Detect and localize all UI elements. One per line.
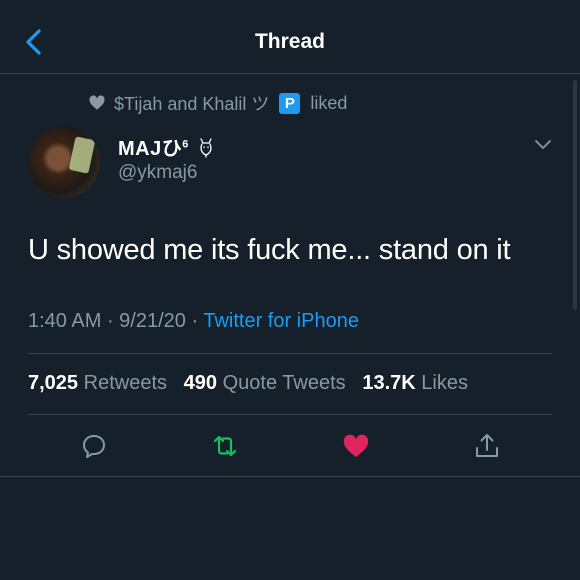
chevron-down-icon[interactable]: [534, 138, 552, 152]
display-name[interactable]: MAJひ6: [118, 132, 217, 161]
top-bar: Thread: [0, 0, 580, 74]
tweet-stats: 7,025 Retweets 490 Quote Tweets 13.7K Li…: [28, 372, 468, 395]
retweets-stat[interactable]: 7,025 Retweets: [28, 372, 167, 394]
social-context[interactable]: $Tijah and Khalil ツ P liked: [88, 91, 347, 115]
divider: [28, 414, 552, 415]
display-name-text: MAJ: [118, 138, 162, 160]
tweet-date: 9/21/20: [119, 310, 186, 332]
retweets-count: 7,025: [28, 372, 79, 394]
divider: [0, 476, 580, 477]
action-bar: [28, 425, 552, 467]
like-icon[interactable]: [341, 431, 371, 461]
tweet-text: U showed me its fuck me... stand on it: [28, 234, 511, 266]
scrollbar[interactable]: [573, 80, 577, 310]
meta-separator: ·: [101, 310, 120, 332]
display-name-glyph: ひ: [161, 138, 183, 160]
owl-icon: [200, 138, 212, 158]
quotes-stat[interactable]: 490 Quote Tweets: [184, 372, 346, 394]
tweet-time: 1:40 AM: [28, 310, 102, 332]
tweet-meta: 1:40 AM · 9/21/20 · Twitter for iPhone: [28, 310, 359, 333]
quotes-label: Quote Tweets: [222, 372, 346, 394]
avatar[interactable]: [28, 126, 100, 198]
social-names: $Tijah and Khalil ツ: [114, 94, 270, 114]
share-icon[interactable]: [472, 431, 502, 461]
retweet-icon[interactable]: [210, 431, 240, 461]
retweets-label: Retweets: [83, 372, 167, 394]
meta-separator: ·: [185, 310, 204, 332]
display-name-sup: 6: [182, 138, 189, 151]
user-handle[interactable]: @ykmaj6: [118, 162, 197, 184]
quotes-count: 490: [183, 372, 218, 394]
parking-badge: P: [279, 92, 301, 114]
tweet-source-link[interactable]: Twitter for iPhone: [203, 310, 359, 332]
page-title: Thread: [254, 30, 325, 53]
divider: [28, 353, 552, 354]
reply-icon[interactable]: [79, 431, 109, 461]
social-action: liked: [310, 92, 348, 113]
likes-label: Likes: [421, 372, 468, 394]
likes-count: 13.7K: [362, 372, 416, 394]
likes-stat[interactable]: 13.7K Likes: [362, 372, 468, 394]
heart-icon: [89, 95, 105, 110]
